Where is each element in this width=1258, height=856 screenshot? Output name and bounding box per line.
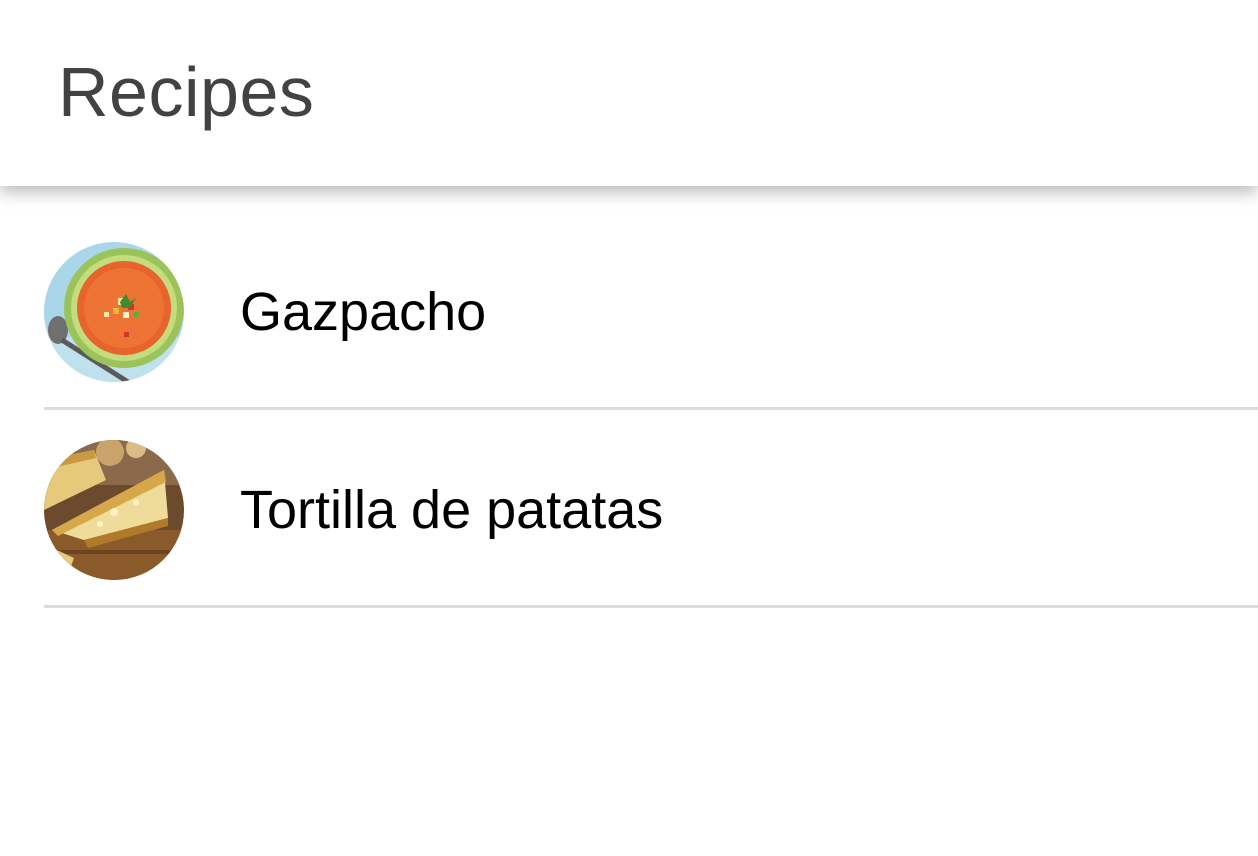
recipe-list-item-gazpacho[interactable]: Gazpacho	[0, 212, 1258, 410]
tortilla-thumbnail	[44, 440, 184, 580]
tortilla-slice-image	[44, 440, 184, 580]
recipe-list-item-tortilla[interactable]: Tortilla de patatas	[0, 410, 1258, 608]
app-bar: Recipes	[0, 0, 1258, 186]
recipe-list: Gazpacho Tortilla de patatas	[0, 212, 1258, 608]
page-title: Recipes	[58, 53, 315, 131]
gazpacho-bowl-image	[44, 242, 184, 382]
recipes-screen: Recipes Gazpacho Tortilla de patatas	[0, 0, 1258, 856]
list-divider	[44, 605, 1258, 608]
gazpacho-thumbnail	[44, 242, 184, 382]
recipe-name: Tortilla de patatas	[240, 480, 664, 540]
recipe-name: Gazpacho	[240, 282, 487, 342]
